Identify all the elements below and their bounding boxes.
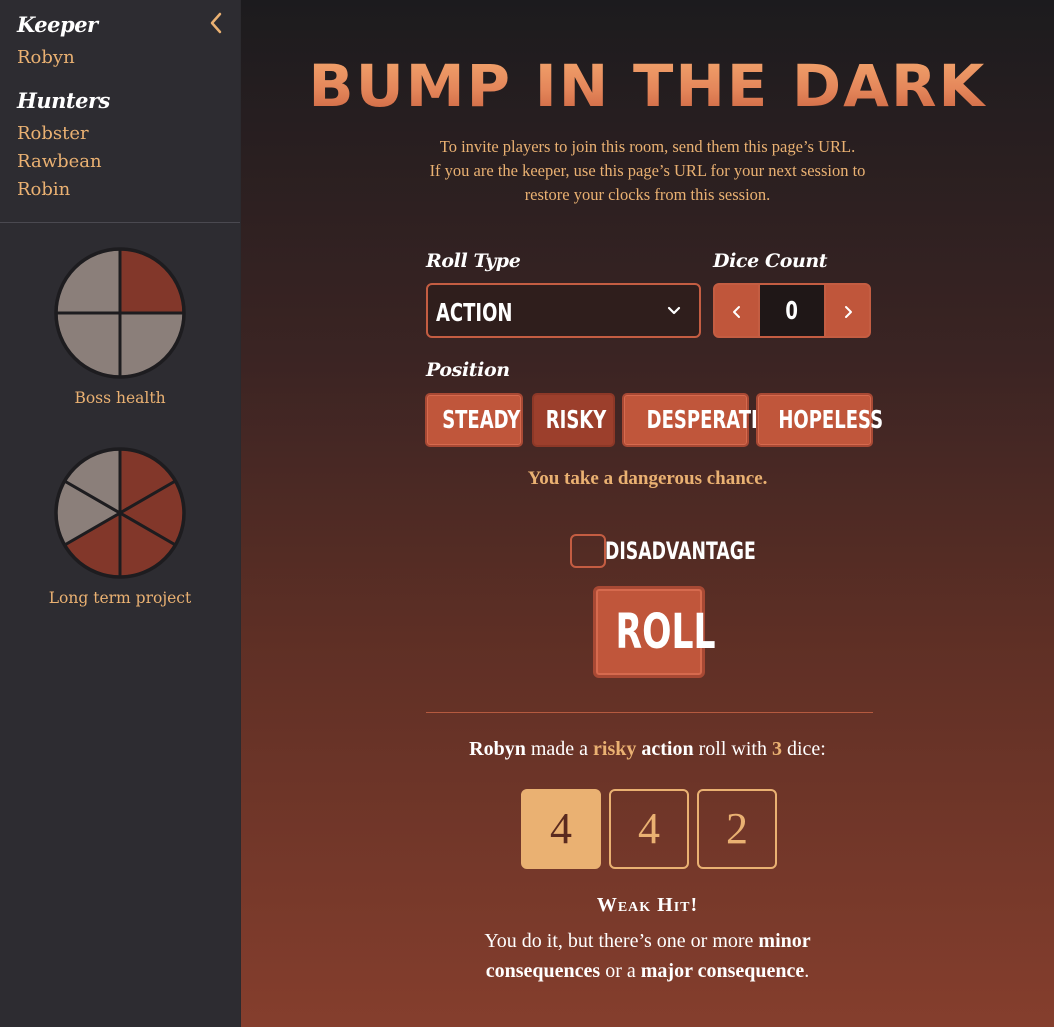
position-hopeless-button[interactable]: HOPELESS	[756, 393, 883, 447]
intro-line: If you are the keeper, use this page’s U…	[429, 161, 866, 180]
dice-count-stepper: 0	[713, 283, 871, 338]
position-label-text: DESPERATE	[646, 405, 764, 434]
position-label-text: RISKY	[545, 405, 607, 434]
position-steady-button[interactable]: STEADY	[425, 393, 523, 447]
position-description: You take a dangerous chance.	[527, 468, 768, 489]
hunter-name: Robin	[17, 179, 71, 200]
outcome-text: .	[804, 960, 810, 982]
summary-text: roll with	[698, 738, 767, 760]
chevron-left-icon	[210, 12, 222, 34]
page-title: BUMP IN THE DARK	[233, 52, 1054, 120]
die-result: 2	[697, 789, 777, 869]
clock-boss-health[interactable]	[52, 245, 188, 381]
main-panel: BUMP IN THE DARK To invite players to jo…	[241, 0, 1054, 1027]
roll-button-label: ROLL	[615, 604, 716, 660]
chevron-right-icon	[845, 306, 852, 318]
chevron-left-icon	[733, 306, 740, 318]
hunters-heading: Hunters	[17, 88, 110, 113]
roll-position: risky	[593, 738, 637, 760]
clock-label: Boss health	[74, 389, 166, 407]
position-risky-button[interactable]: RISKY	[532, 393, 615, 447]
collapse-sidebar-button[interactable]	[206, 10, 228, 36]
position-label: Position	[426, 359, 510, 381]
die-result: 4	[521, 789, 601, 869]
dice-count-label: Dice Count	[713, 250, 828, 272]
summary-text: made a	[530, 738, 589, 760]
roll-type-value: ACTION	[436, 298, 513, 327]
disadvantage-checkbox[interactable]	[570, 534, 606, 568]
keeper-heading: Keeper	[17, 12, 98, 37]
position-label-text: STEADY	[442, 405, 521, 434]
roll-dice-count: 3	[771, 738, 782, 760]
roller-name: Robyn	[469, 738, 526, 760]
roll-type-select[interactable]: ACTION	[426, 283, 701, 338]
chevron-down-icon	[667, 306, 681, 315]
roll-type: action	[641, 738, 694, 760]
outcome-text: or a	[605, 960, 636, 982]
sidebar-divider	[0, 222, 240, 223]
roll-type-label: Roll Type	[426, 250, 521, 272]
intro-line: restore your clocks from this session.	[524, 185, 771, 204]
position-desperate-button[interactable]: DESPERATE	[622, 393, 763, 447]
outcome-title: Weak Hit!	[596, 894, 699, 916]
outcome-emphasis: consequences	[485, 960, 601, 982]
die-result: 4	[609, 789, 689, 869]
clock-label: Long term project	[48, 589, 192, 607]
clock-long-term-project[interactable]	[52, 445, 188, 581]
dice-count-number: 0	[785, 296, 799, 325]
intro-line: To invite players to join this room, sen…	[439, 137, 856, 156]
outcome-text: You do it, but there’s one or more	[484, 930, 754, 952]
hunter-name: Rawbean	[17, 151, 102, 172]
dice-count-value: 0	[760, 283, 824, 338]
position-label-text: HOPELESS	[778, 405, 884, 434]
keeper-name: Robyn	[17, 47, 75, 68]
roll-button[interactable]: ROLL	[593, 586, 715, 678]
sidebar: Keeper Robyn Hunters Robster Rawbean Rob…	[0, 0, 240, 1027]
roll-summary: Robyn made a risky action roll with 3 di…	[241, 738, 1054, 761]
disadvantage-label[interactable]: DISADVANTAGE	[605, 534, 756, 568]
divider	[426, 712, 873, 713]
decrement-dice-button[interactable]	[713, 283, 760, 338]
increment-dice-button[interactable]	[824, 283, 871, 338]
outcome-description: You do it, but there’s one or more minor…	[241, 926, 1054, 986]
summary-text: dice:	[786, 738, 826, 760]
outcome-emphasis: minor	[758, 930, 811, 952]
outcome-emphasis: major consequence	[640, 960, 805, 982]
invite-instructions: To invite players to join this room, sen…	[241, 135, 1054, 207]
disadvantage-text: DISADVANTAGE	[605, 537, 756, 565]
hunter-name: Robster	[17, 123, 89, 144]
